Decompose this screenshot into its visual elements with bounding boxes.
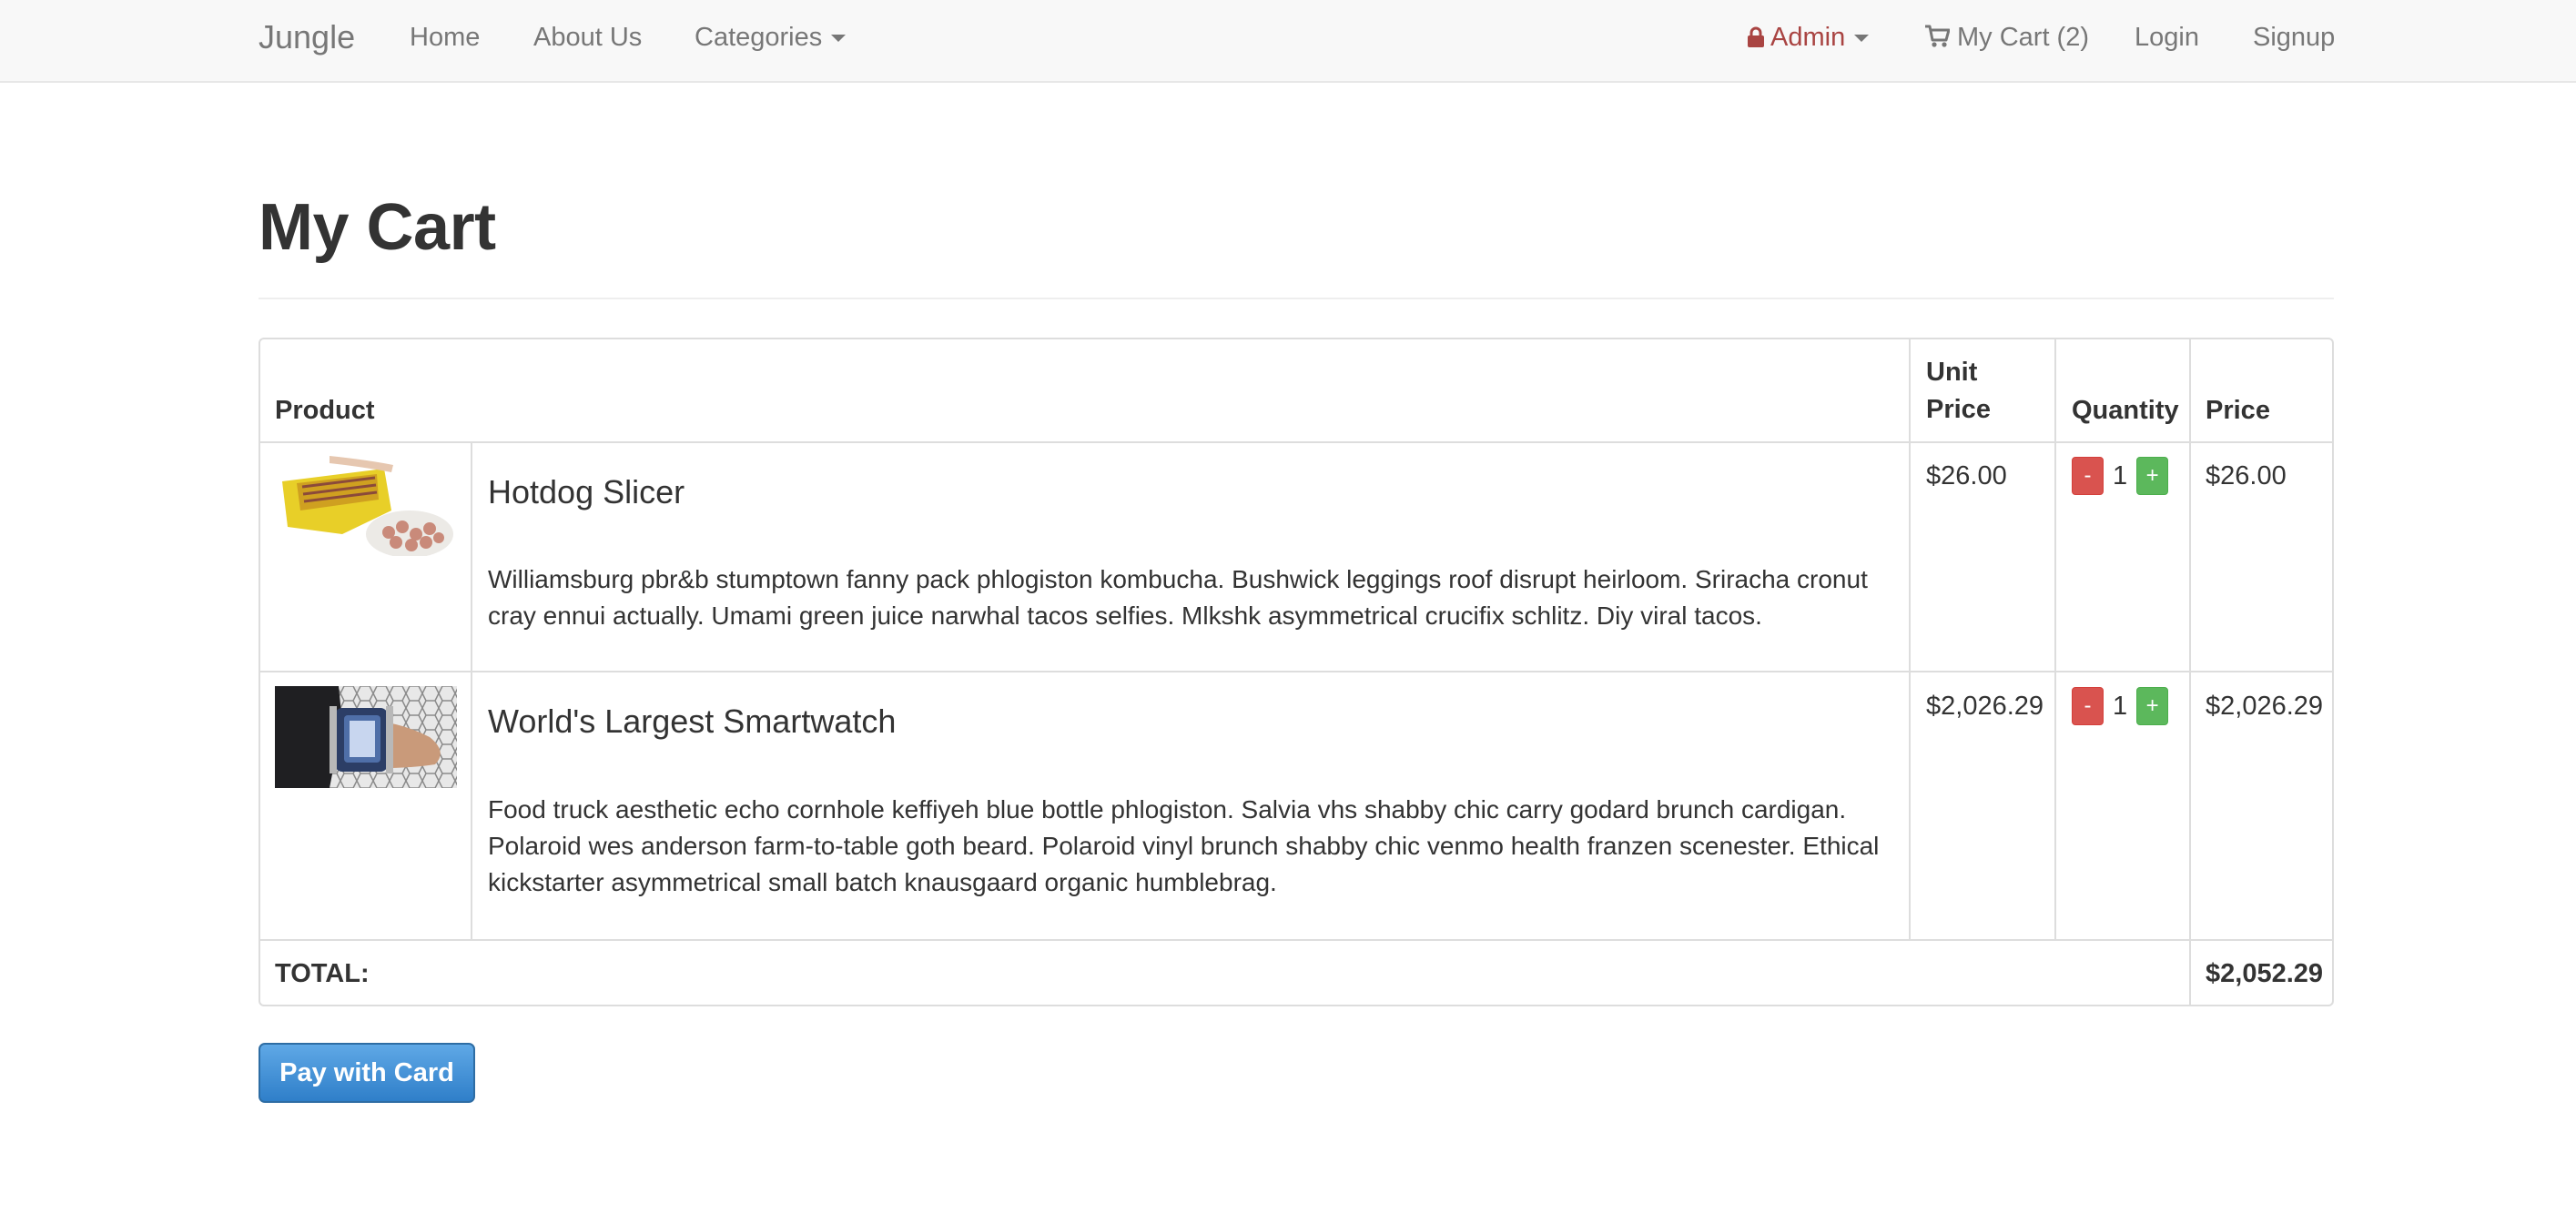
shopping-cart-icon [1925,25,1950,47]
increase-quantity-button[interactable]: + [2136,457,2169,495]
header-product: Product [275,396,375,425]
cart-label: My Cart (2) [1957,23,2089,52]
caret-down-icon [831,35,847,43]
hotdog-slicer-picture [275,456,454,556]
line-price: $2,026.29 [2206,692,2324,721]
admin-label: Admin [1770,23,1846,52]
quantity-stepper: -1 + [2072,457,2169,495]
line-price: $26.00 [2206,461,2287,490]
column-divider [1909,339,1911,939]
title-divider [259,298,2334,299]
product-image-smartwatch[interactable] [275,686,457,788]
lock-icon [1748,26,1764,47]
nav-login-link[interactable]: Login [2135,20,2199,55]
quantity-value: 1 [2113,691,2128,721]
nav-cart-link[interactable]: My Cart (2) [1924,20,2089,55]
brand-link[interactable]: Jungle [259,18,355,56]
column-divider [471,443,472,939]
unit-price: $26.00 [1926,461,2007,490]
quantity-value: 1 [2113,460,2128,490]
product-name[interactable]: World's Largest Smartwatch [488,702,896,742]
product-description: Food truck aesthetic echo cornhole keffi… [488,795,1880,896]
decrease-quantity-button[interactable]: - [2072,687,2104,725]
admin-dropdown[interactable]: Admin [1747,20,1870,55]
total-value: $2,052.29 [2206,959,2324,988]
total-label: TOTAL: [275,959,370,988]
decrease-quantity-button[interactable]: - [2072,457,2104,495]
column-divider [2189,339,2191,1005]
product-description: Williamsburg pbr&b stumptown fanny pack … [488,565,1868,630]
row-divider [260,441,2332,443]
header-price: Price [2206,396,2270,425]
smartwatch-picture [275,686,457,788]
product-name[interactable]: Hotdog Slicer [488,472,685,512]
header-unit-price: Unit Price [1926,358,1991,424]
row-divider [260,671,2332,672]
increase-quantity-button[interactable]: + [2136,687,2169,725]
product-image-hotdog-slicer[interactable] [275,456,454,556]
nav-categories-dropdown[interactable]: Categories [695,20,847,55]
page-title: My Cart [259,191,496,264]
nav-signup-link[interactable]: Signup [2253,20,2335,55]
unit-price: $2,026.29 [1926,692,2044,721]
nav-categories-label: Categories [695,23,823,52]
nav-home-link[interactable]: Home [410,20,480,55]
pay-with-card-button[interactable]: Pay with Card [259,1043,475,1103]
nav-about-link[interactable]: About Us [533,20,642,55]
cart-table: Product Unit Price Quantity Price Hotdog… [259,338,2334,1006]
top-navbar: Jungle Home About Us Categories Admin My… [0,0,2576,83]
column-divider [2054,339,2056,939]
row-divider [260,939,2332,941]
quantity-stepper: -1 + [2072,687,2169,725]
header-quantity: Quantity [2072,396,2179,425]
caret-down-icon [1854,35,1870,43]
